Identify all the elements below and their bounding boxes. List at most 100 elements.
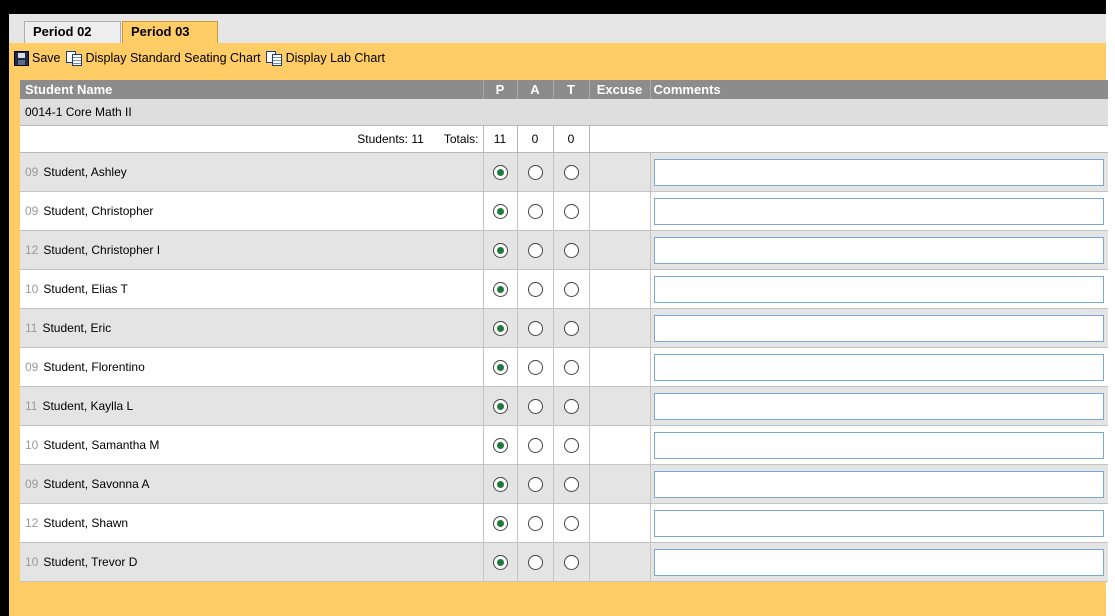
absent-total: 0	[517, 125, 554, 153]
student-grade: 12	[25, 516, 39, 530]
tardy-radio[interactable]	[563, 242, 579, 258]
tardy-radio[interactable]	[563, 164, 579, 180]
present-radio[interactable]	[492, 281, 508, 297]
table-row: 11 Student, Eric	[20, 308, 1108, 348]
display-lab-chart-button[interactable]: Display Lab Chart	[265, 50, 385, 66]
totals-filler	[589, 125, 1108, 153]
absent-radio[interactable]	[527, 476, 543, 492]
absent-radio[interactable]	[527, 242, 543, 258]
present-radio[interactable]	[492, 398, 508, 414]
tab-period-02[interactable]: Period 02	[24, 21, 121, 43]
header-absent[interactable]: A	[517, 80, 554, 99]
comment-cell	[650, 347, 1108, 387]
absent-radio[interactable]	[527, 203, 543, 219]
tardy-cell	[553, 425, 590, 465]
comment-input[interactable]	[653, 236, 1104, 264]
present-radio[interactable]	[492, 320, 508, 336]
tardy-cell	[553, 503, 590, 543]
header-present[interactable]: P	[483, 80, 518, 99]
absent-radio[interactable]	[527, 398, 543, 414]
header-student-name[interactable]: Student Name	[20, 80, 484, 99]
present-radio[interactable]	[492, 437, 508, 453]
comment-cell	[650, 269, 1108, 309]
excuse-cell	[589, 347, 651, 387]
present-radio[interactable]	[492, 515, 508, 531]
excuse-cell	[589, 464, 651, 504]
tardy-radio[interactable]	[563, 281, 579, 297]
attendance-table: Student Name P A T Excuse Comments 0014-…	[20, 80, 1108, 582]
student-name-cell: 12 Student, Shawn	[20, 503, 484, 543]
student-name: Student, Elias T	[43, 282, 128, 296]
comment-input[interactable]	[653, 197, 1104, 225]
present-radio[interactable]	[492, 164, 508, 180]
absent-radio[interactable]	[527, 437, 543, 453]
student-grade: 09	[25, 360, 39, 374]
student-name: Student, Kaylla L	[42, 399, 134, 413]
excuse-cell	[589, 425, 651, 465]
tardy-radio[interactable]	[563, 554, 579, 570]
toolbar: Save Display Standard Seating Chart Disp…	[14, 47, 390, 69]
student-name-cell: 09 Student, Christopher	[20, 191, 484, 231]
tardy-radio[interactable]	[563, 515, 579, 531]
student-name: Student, Christopher	[43, 204, 154, 218]
present-radio[interactable]	[492, 359, 508, 375]
header-comments[interactable]: Comments	[650, 80, 1108, 99]
tardy-radio[interactable]	[563, 203, 579, 219]
course-row: 0014-1 Core Math II	[20, 99, 1108, 126]
table-row: 09 Student, Ashley	[20, 152, 1108, 192]
tardy-radio[interactable]	[563, 476, 579, 492]
comment-cell	[650, 191, 1108, 231]
comment-input[interactable]	[653, 470, 1104, 498]
student-name: Student, Ashley	[43, 165, 127, 179]
student-name-cell: 09 Student, Ashley	[20, 152, 484, 192]
absent-radio[interactable]	[527, 164, 543, 180]
comment-input[interactable]	[653, 392, 1104, 420]
comment-input[interactable]	[653, 353, 1104, 381]
save-label: Save	[32, 51, 61, 65]
comment-input[interactable]	[653, 158, 1104, 186]
comment-input[interactable]	[653, 548, 1104, 576]
student-grade: 12	[25, 243, 39, 257]
window-frame: Period 02 Period 03 Save Display Standar…	[0, 0, 1108, 616]
student-grade: 09	[25, 165, 39, 179]
tab-period-03[interactable]: Period 03	[122, 21, 218, 43]
comment-input[interactable]	[653, 275, 1104, 303]
table-header: Student Name P A T Excuse Comments	[20, 80, 1108, 99]
absent-radio[interactable]	[527, 554, 543, 570]
present-radio[interactable]	[492, 476, 508, 492]
comment-input[interactable]	[653, 509, 1104, 537]
student-name-cell: 09 Student, Savonna A	[20, 464, 484, 504]
student-name: Student, Trevor D	[43, 555, 138, 569]
absent-cell	[517, 269, 554, 309]
student-name-cell: 10 Student, Elias T	[20, 269, 484, 309]
header-excuse[interactable]: Excuse	[589, 80, 651, 99]
table-row: 10 Student, Elias T	[20, 269, 1108, 309]
present-radio[interactable]	[492, 242, 508, 258]
table-row: 12 Student, Christopher I	[20, 230, 1108, 270]
students-count: 11	[411, 132, 424, 146]
absent-cell	[517, 230, 554, 270]
tardy-cell	[553, 191, 590, 231]
tardy-cell	[553, 347, 590, 387]
student-grade: 09	[25, 204, 39, 218]
table-row: 09 Student, Christopher	[20, 191, 1108, 231]
tardy-radio[interactable]	[563, 359, 579, 375]
absent-radio[interactable]	[527, 359, 543, 375]
tardy-cell	[553, 542, 590, 582]
save-button[interactable]: Save	[14, 50, 61, 66]
tardy-cell	[553, 230, 590, 270]
tardy-radio[interactable]	[563, 320, 579, 336]
header-tardy[interactable]: T	[553, 80, 590, 99]
tardy-cell	[553, 386, 590, 426]
comment-input[interactable]	[653, 431, 1104, 459]
comment-input[interactable]	[653, 314, 1104, 342]
absent-radio[interactable]	[527, 281, 543, 297]
student-name: Student, Samantha M	[43, 438, 160, 452]
absent-radio[interactable]	[527, 320, 543, 336]
absent-radio[interactable]	[527, 515, 543, 531]
display-standard-seating-chart-button[interactable]: Display Standard Seating Chart	[65, 50, 261, 66]
present-radio[interactable]	[492, 203, 508, 219]
tardy-radio[interactable]	[563, 398, 579, 414]
tardy-radio[interactable]	[563, 437, 579, 453]
present-radio[interactable]	[492, 554, 508, 570]
